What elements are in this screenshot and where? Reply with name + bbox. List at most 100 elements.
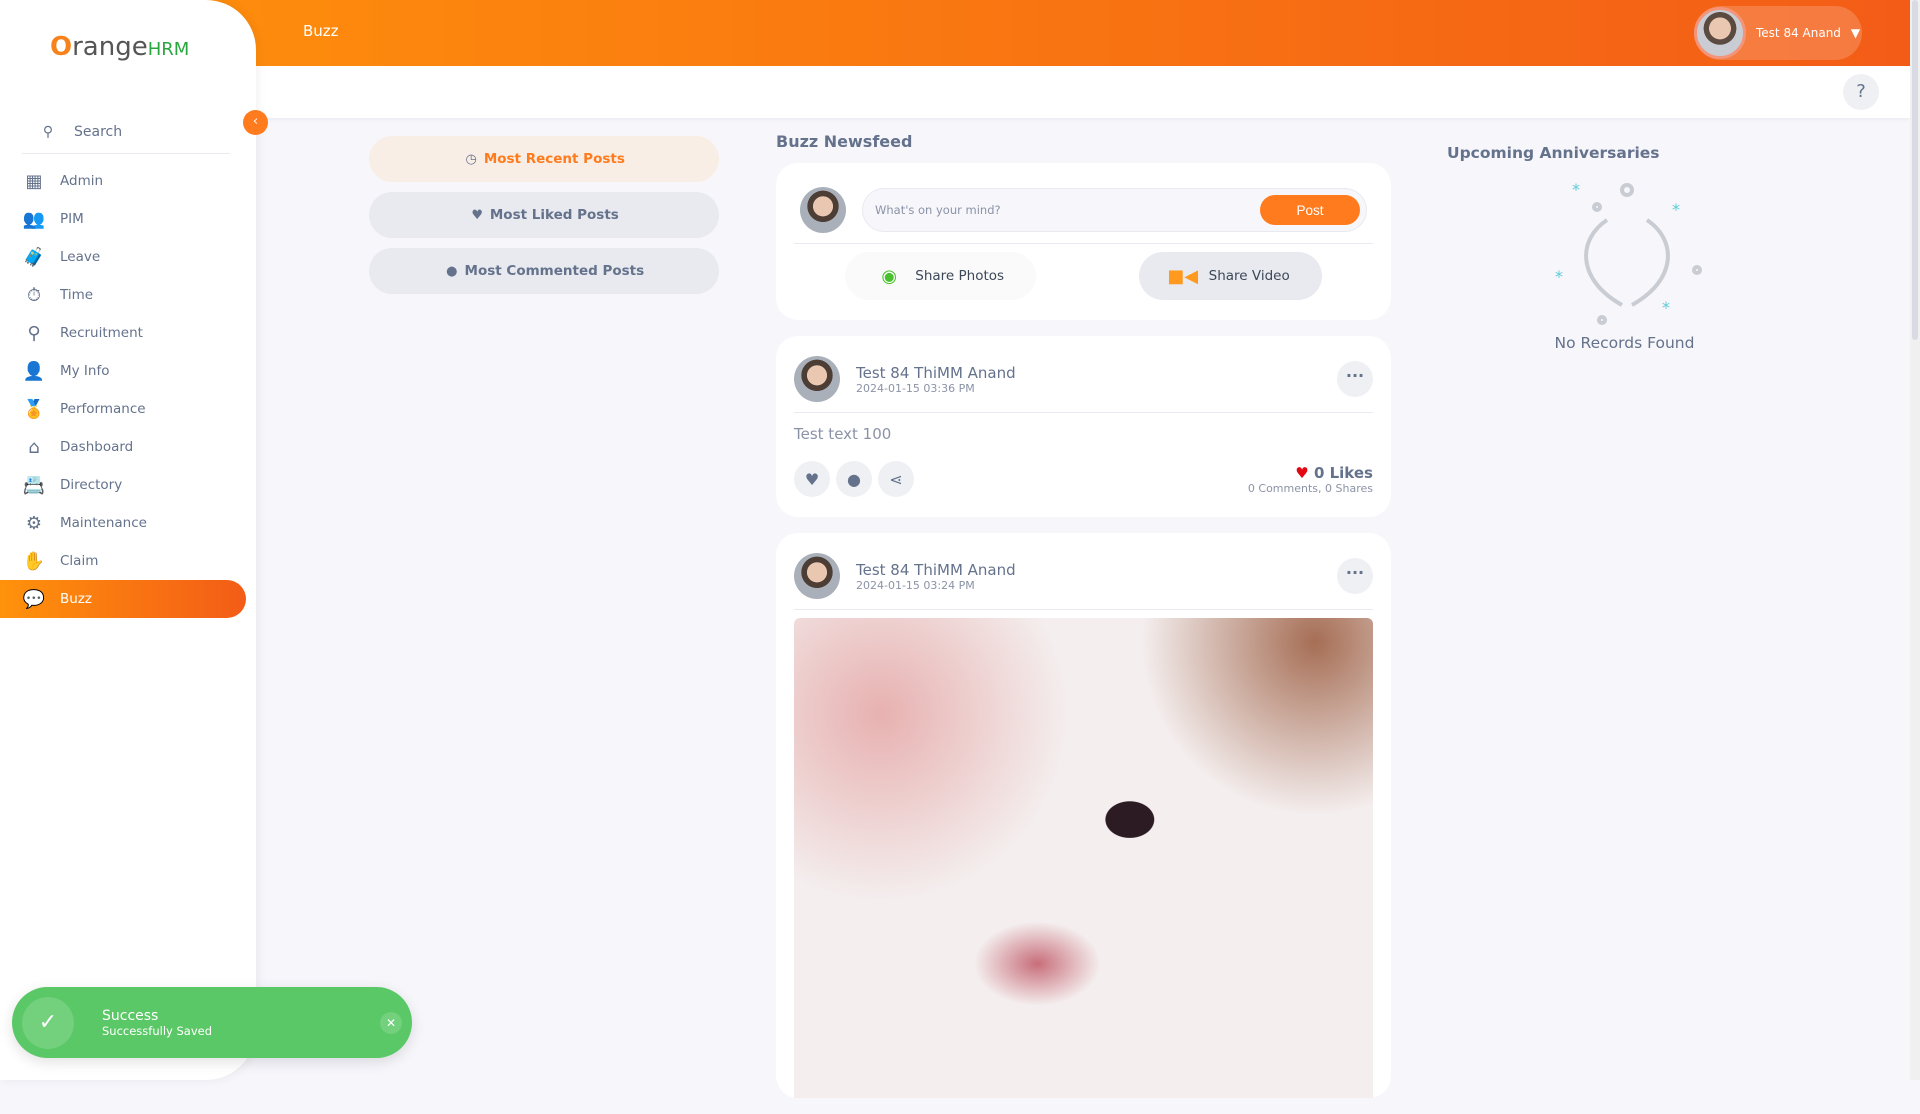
comment-button[interactable]: ● <box>836 461 872 497</box>
sidebar-item-leave[interactable]: 🧳 Leave <box>0 238 246 276</box>
post-date: 2024-01-15 03:36 PM <box>856 381 975 395</box>
sidebar-item-maintenance[interactable]: ⚙ Maintenance <box>0 504 246 542</box>
shares-count[interactable]: 0 Shares <box>1325 482 1373 495</box>
share-button[interactable]: ⋖ <box>878 461 914 497</box>
share-photos-button[interactable]: ◉ Share Photos <box>845 252 1037 300</box>
share-video-label: Share Video <box>1208 268 1290 284</box>
share-photos-label: Share Photos <box>915 268 1005 284</box>
filter-most-liked-posts[interactable]: ♥ Most Liked Posts <box>369 192 719 238</box>
post-button[interactable]: Post <box>1260 195 1360 225</box>
comments-count[interactable]: 0 Comments <box>1248 482 1318 495</box>
heart-icon: ♥ <box>471 207 483 223</box>
post-filters: ◷ Most Recent Posts ♥ Most Liked Posts ● M… <box>369 136 719 304</box>
orangehrm-logo[interactable]: OrangeHRM <box>50 32 189 62</box>
pim-icon: 👥 <box>22 208 46 230</box>
sidebar-item-label: My Info <box>60 363 110 379</box>
collapse-sidebar-button[interactable]: ‹ <box>243 110 268 135</box>
post-author[interactable]: Test 84 ThiMM Anand <box>856 364 1337 382</box>
dashboard-icon: ⌂ <box>28 436 40 458</box>
leave-icon: 🧳 <box>22 246 46 268</box>
like-button[interactable]: ♥ <box>794 461 830 497</box>
sidebar-item-time[interactable]: ⏱ Time <box>0 276 246 314</box>
toast-message: Successfully Saved <box>102 1023 213 1038</box>
sidebar-item-dashboard[interactable]: ⌂ Dashboard <box>0 428 246 466</box>
likes-count[interactable]: 0 Likes <box>1314 464 1373 482</box>
upcoming-anniversaries: Upcoming Anniversaries * * * * No Records F… <box>1447 144 1797 352</box>
avatar <box>1694 7 1746 59</box>
svg-text:*: * <box>1555 267 1563 286</box>
sidebar-item-performance[interactable]: 🏅 Performance <box>0 390 246 428</box>
comment-icon: ● <box>847 469 861 489</box>
post-author[interactable]: Test 84 ThiMM Anand <box>856 561 1337 579</box>
svg-text:*: * <box>1672 200 1680 219</box>
post-text: Test text 100 <box>794 425 892 443</box>
video-camera-icon: ■◀ <box>1167 265 1199 287</box>
directory-icon: 📇 <box>22 474 46 496</box>
post-options-button[interactable]: ··· <box>1337 361 1373 397</box>
sidebar: OrangeHRM ⚲ Search ▦ Admin 👥 PIM 🧳 Leave ⏱ Time… <box>0 0 256 1080</box>
sidebar-search[interactable]: ⚲ Search <box>22 110 230 154</box>
filter-most-recent-posts[interactable]: ◷ Most Recent Posts <box>369 136 719 182</box>
admin-icon: ▦ <box>25 170 43 192</box>
sidebar-item-label: Performance <box>60 401 146 417</box>
heart-icon: ♥ <box>1295 463 1309 482</box>
sidebar-item-label: Directory <box>60 477 123 493</box>
scrollbar-thumb[interactable] <box>1912 0 1918 340</box>
performance-icon: 🏅 <box>22 398 46 420</box>
close-toast-button[interactable]: ✕ <box>380 1011 402 1034</box>
buzz-icon: 💬 <box>22 588 46 610</box>
newsfeed-title: Buzz Newsfeed <box>776 132 913 151</box>
user-dropdown[interactable]: Test 84 Anand ▼ <box>1694 6 1862 60</box>
search-icon: ⚲ <box>42 123 54 140</box>
no-records-text: No Records Found <box>1554 334 1695 352</box>
share-icon: ⋖ <box>889 469 903 489</box>
laurel-icon: * * * * <box>1555 180 1702 325</box>
sidebar-item-label: Buzz <box>60 591 92 607</box>
sidebar-item-directory[interactable]: 📇 Directory <box>0 466 246 504</box>
top-bar: Buzz Test 84 Anand ▼ <box>0 0 1910 66</box>
sidebar-item-pim[interactable]: 👥 PIM <box>0 200 246 238</box>
time-icon: ⏱ <box>26 284 42 306</box>
sidebar-item-recruitment[interactable]: ⚲ Recruitment <box>0 314 246 352</box>
caret-down-icon: ▼ <box>1850 26 1861 40</box>
toast-title: Success <box>102 1007 159 1024</box>
post-date: 2024-01-15 03:24 PM <box>856 578 975 592</box>
filter-label: Most Commented Posts <box>464 263 645 279</box>
sidebar-item-claim[interactable]: ✋ Claim <box>0 542 246 580</box>
svg-text:*: * <box>1572 180 1580 199</box>
filter-most-commented-posts[interactable]: ● Most Commented Posts <box>369 248 719 294</box>
comment-icon: ● <box>446 263 458 279</box>
sidebar-item-label: PIM <box>60 211 84 227</box>
sidebar-item-label: Maintenance <box>60 515 147 531</box>
sidebar-item-buzz[interactable]: 💬 Buzz <box>0 580 246 618</box>
post-image[interactable] <box>794 618 1373 1098</box>
post-input[interactable]: What's on your mind? Post <box>862 188 1367 232</box>
sidebar-item-label: Leave <box>60 249 101 265</box>
sidebar-item-my-info[interactable]: 👤 My Info <box>0 352 246 390</box>
buzz-newsfeed: Buzz Newsfeed What's on your mind? Post … <box>776 132 1391 1114</box>
success-toast: ✓ Success Successfully Saved ✕ <box>12 987 412 1058</box>
post-card: Test 84 ThiMM Anand 2024-01-15 03:24 PM ·… <box>776 533 1391 1098</box>
scrollbar[interactable] <box>1910 0 1920 1080</box>
anniversaries-title: Upcoming Anniversaries <box>1447 144 1660 162</box>
my-info-icon: 👤 <box>22 360 46 382</box>
main-menu: ▦ Admin 👥 PIM 🧳 Leave ⏱ Time ⚲ Recruitment 👤 My Inf… <box>0 162 256 618</box>
heart-icon: ♥ <box>804 469 820 489</box>
sidebar-item-label: Recruitment <box>60 325 143 341</box>
help-button[interactable]: ? <box>1843 74 1879 110</box>
sidebar-item-label: Time <box>60 287 94 303</box>
post-options-button[interactable]: ··· <box>1337 558 1373 594</box>
svg-text:*: * <box>1662 298 1670 317</box>
avatar <box>794 553 840 599</box>
check-icon: ✓ <box>22 996 74 1049</box>
sidebar-item-admin[interactable]: ▦ Admin <box>0 162 246 200</box>
share-video-button[interactable]: ■◀ Share Video <box>1138 252 1322 300</box>
user-name: Test 84 Anand <box>1756 26 1841 40</box>
camera-icon: ◉ <box>881 265 898 287</box>
sidebar-item-label: Claim <box>60 553 99 569</box>
claim-icon: ✋ <box>22 550 46 572</box>
maintenance-icon: ⚙ <box>25 512 43 534</box>
clock-icon: ◷ <box>465 151 477 167</box>
search-input[interactable]: Search <box>74 124 122 140</box>
sidebar-item-label: Dashboard <box>60 439 134 455</box>
